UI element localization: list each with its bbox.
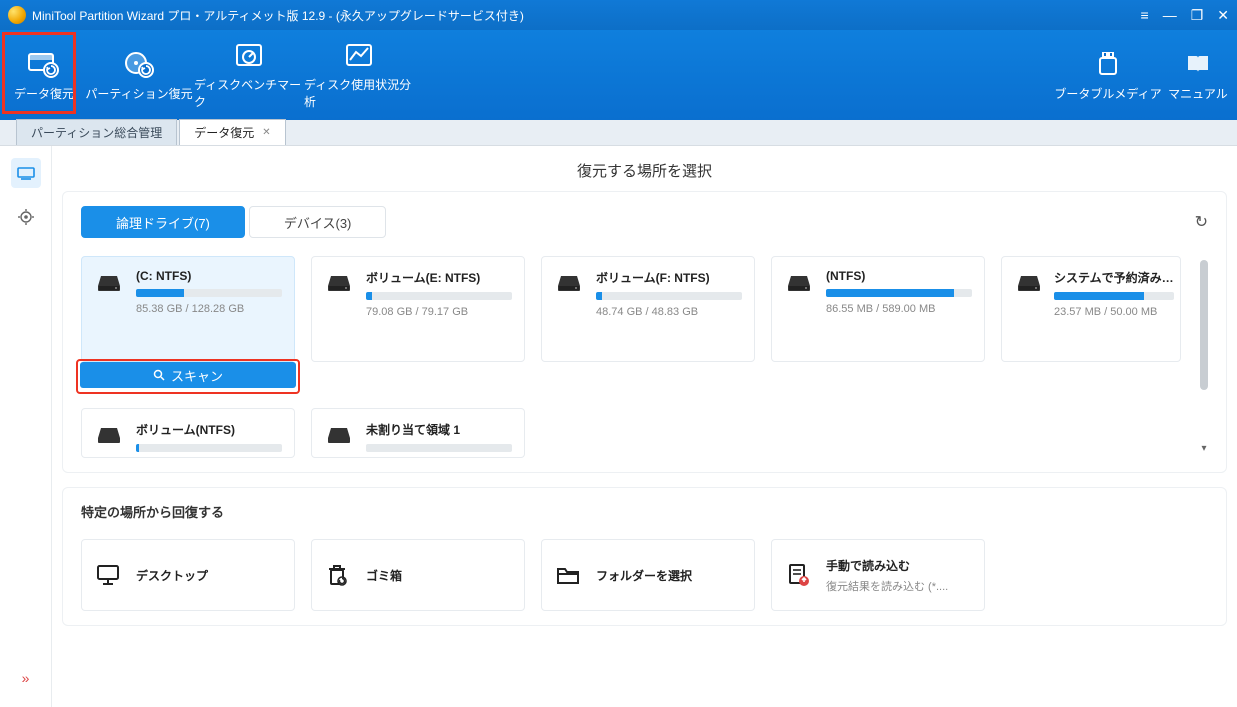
- drive-name: システムで予約済み(NT...: [1054, 269, 1174, 286]
- location-select-folder[interactable]: フォルダーを選択: [541, 539, 755, 611]
- trash-icon: [326, 564, 354, 586]
- manual-icon: [1180, 49, 1216, 79]
- menu-icon[interactable]: ≡: [1141, 7, 1149, 24]
- tab-label: データ復元: [194, 124, 254, 141]
- usb-icon: [1090, 49, 1126, 79]
- toolbar-data-recovery[interactable]: データ復元: [4, 30, 84, 120]
- data-recovery-icon: [26, 49, 62, 79]
- toolbar-label: ディスク使用状況分析: [304, 76, 414, 110]
- drive-name: ボリューム(E: NTFS): [366, 269, 512, 286]
- document-tabs: パーティション総合管理 データ復元 ✕: [0, 120, 1237, 146]
- content-area: » 復元する場所を選択 論理ドライブ(7) デバイス(3) ↻: [0, 146, 1237, 707]
- drive-size: 23.57 MB / 50.00 MB: [1054, 306, 1174, 318]
- drive-icon: [326, 269, 354, 351]
- scan-button[interactable]: スキャン: [80, 362, 296, 388]
- drive-card-c[interactable]: (C: NTFS) 85.38 GB / 128.28 GB: [81, 256, 295, 362]
- folder-icon: [556, 565, 584, 585]
- drive-icon: [326, 421, 354, 447]
- rail-drives-button[interactable]: [11, 158, 41, 188]
- drive-name: (C: NTFS): [136, 269, 282, 283]
- location-desktop[interactable]: デスクトップ: [81, 539, 295, 611]
- toolbar-disk-usage[interactable]: ディスク使用状況分析: [304, 30, 414, 120]
- drive-card-system-reserved[interactable]: システムで予約済み(NT... 23.57 MB / 50.00 MB: [1001, 256, 1181, 362]
- subtabs: 論理ドライブ(7) デバイス(3) ↻: [81, 206, 1208, 238]
- left-rail: »: [0, 146, 52, 707]
- drives-grid: (C: NTFS) 85.38 GB / 128.28 GB スキャン: [81, 256, 1194, 458]
- location-label: 手動で読み込む: [826, 557, 948, 574]
- drive-card-ntfs[interactable]: (NTFS) 86.55 MB / 589.00 MB: [771, 256, 985, 362]
- location-sublabel: 復元結果を読み込む (*....: [826, 578, 948, 594]
- scan-label: スキャン: [171, 366, 223, 385]
- desktop-icon: [96, 564, 124, 586]
- main-panel: 復元する場所を選択 論理ドライブ(7) デバイス(3) ↻: [52, 146, 1237, 707]
- window-title: MiniTool Partition Wizard プロ・アルティメット版 12…: [32, 7, 1141, 24]
- scroll-thumb[interactable]: [1200, 260, 1208, 390]
- drive-icon: [786, 269, 814, 351]
- drive-size: 48.74 GB / 48.83 GB: [596, 306, 742, 318]
- drive-icon: [96, 421, 124, 447]
- location-manual-load[interactable]: 手動で読み込む 復元結果を読み込む (*....: [771, 539, 985, 611]
- toolbar-label: マニュアル: [1168, 85, 1228, 102]
- section-title: 特定の場所から回復する: [81, 502, 1208, 521]
- location-label: フォルダーを選択: [596, 567, 692, 584]
- toolbar-label: ブータブルメディア: [1054, 85, 1161, 102]
- window-controls: ≡ — ❐ ✕: [1141, 7, 1229, 24]
- benchmark-icon: [231, 40, 267, 70]
- close-button[interactable]: ✕: [1217, 7, 1229, 24]
- chevron-down-icon[interactable]: ▾: [1201, 443, 1206, 454]
- titlebar: MiniTool Partition Wizard プロ・アルティメット版 12…: [0, 0, 1237, 30]
- tab-label: パーティション総合管理: [31, 124, 162, 141]
- page-title: 復元する場所を選択: [62, 146, 1227, 191]
- location-recycle-bin[interactable]: ゴミ箱: [311, 539, 525, 611]
- subtab-devices[interactable]: デバイス(3): [249, 206, 387, 238]
- refresh-icon[interactable]: ↻: [1195, 212, 1208, 232]
- location-label: デスクトップ: [136, 567, 208, 584]
- tab-partition-management[interactable]: パーティション総合管理: [16, 119, 177, 145]
- minimize-button[interactable]: —: [1163, 7, 1177, 24]
- toolbar-label: データ復元: [14, 85, 74, 102]
- app-logo-icon: [8, 6, 26, 24]
- document-load-icon: [786, 563, 814, 587]
- drive-card-e[interactable]: ボリューム(E: NTFS) 79.08 GB / 79.17 GB: [311, 256, 525, 362]
- rail-expand-button[interactable]: »: [11, 663, 41, 693]
- drives-card: 論理ドライブ(7) デバイス(3) ↻: [62, 191, 1227, 473]
- drive-size: 79.08 GB / 79.17 GB: [366, 306, 512, 318]
- toolbar-disk-benchmark[interactable]: ディスクベンチマーク: [194, 30, 304, 120]
- drive-name: ボリューム(F: NTFS): [596, 269, 742, 286]
- disk-usage-icon: [341, 40, 377, 70]
- maximize-button[interactable]: ❐: [1191, 7, 1204, 24]
- drive-name: 未割り当て領域 1: [366, 421, 512, 438]
- subtab-logical-drives[interactable]: 論理ドライブ(7): [81, 206, 245, 238]
- drive-name: ボリューム(NTFS): [136, 421, 282, 438]
- subtab-label: デバイス(3): [284, 213, 352, 232]
- drive-card-unallocated[interactable]: 未割り当て領域 1: [311, 408, 525, 458]
- drive-card-f[interactable]: ボリューム(F: NTFS) 48.74 GB / 48.83 GB: [541, 256, 755, 362]
- toolbar-bootable-media[interactable]: ブータブルメディア: [1053, 30, 1163, 120]
- recover-locations-card: 特定の場所から回復する デスクトップ ゴミ箱: [62, 487, 1227, 626]
- locations-grid: デスクトップ ゴミ箱 フォルダーを選択: [81, 539, 1208, 611]
- toolbar-partition-recovery[interactable]: パーティション復元: [84, 30, 194, 120]
- toolbar-label: パーティション復元: [85, 85, 192, 102]
- subtab-label: 論理ドライブ(7): [116, 213, 210, 232]
- scrollbar[interactable]: ▾: [1194, 256, 1208, 458]
- drive-icon: [96, 269, 124, 351]
- location-label: ゴミ箱: [366, 567, 402, 584]
- tab-data-recovery[interactable]: データ復元 ✕: [179, 119, 285, 145]
- main-toolbar: データ復元 パーティション復元 ディスクベンチマーク ディスク使用状況分析 ブー…: [0, 30, 1237, 120]
- drive-size: 86.55 MB / 589.00 MB: [826, 303, 972, 315]
- drive-card-volume-ntfs[interactable]: ボリューム(NTFS): [81, 408, 295, 458]
- partition-recovery-icon: [121, 49, 157, 79]
- toolbar-label: ディスクベンチマーク: [194, 76, 304, 110]
- rail-settings-button[interactable]: [11, 202, 41, 232]
- drive-icon: [556, 269, 584, 351]
- toolbar-manual[interactable]: マニュアル: [1163, 30, 1233, 120]
- close-icon[interactable]: ✕: [262, 127, 270, 138]
- drive-size: 85.38 GB / 128.28 GB: [136, 303, 282, 315]
- drive-name: (NTFS): [826, 269, 972, 283]
- drive-icon: [1016, 269, 1042, 351]
